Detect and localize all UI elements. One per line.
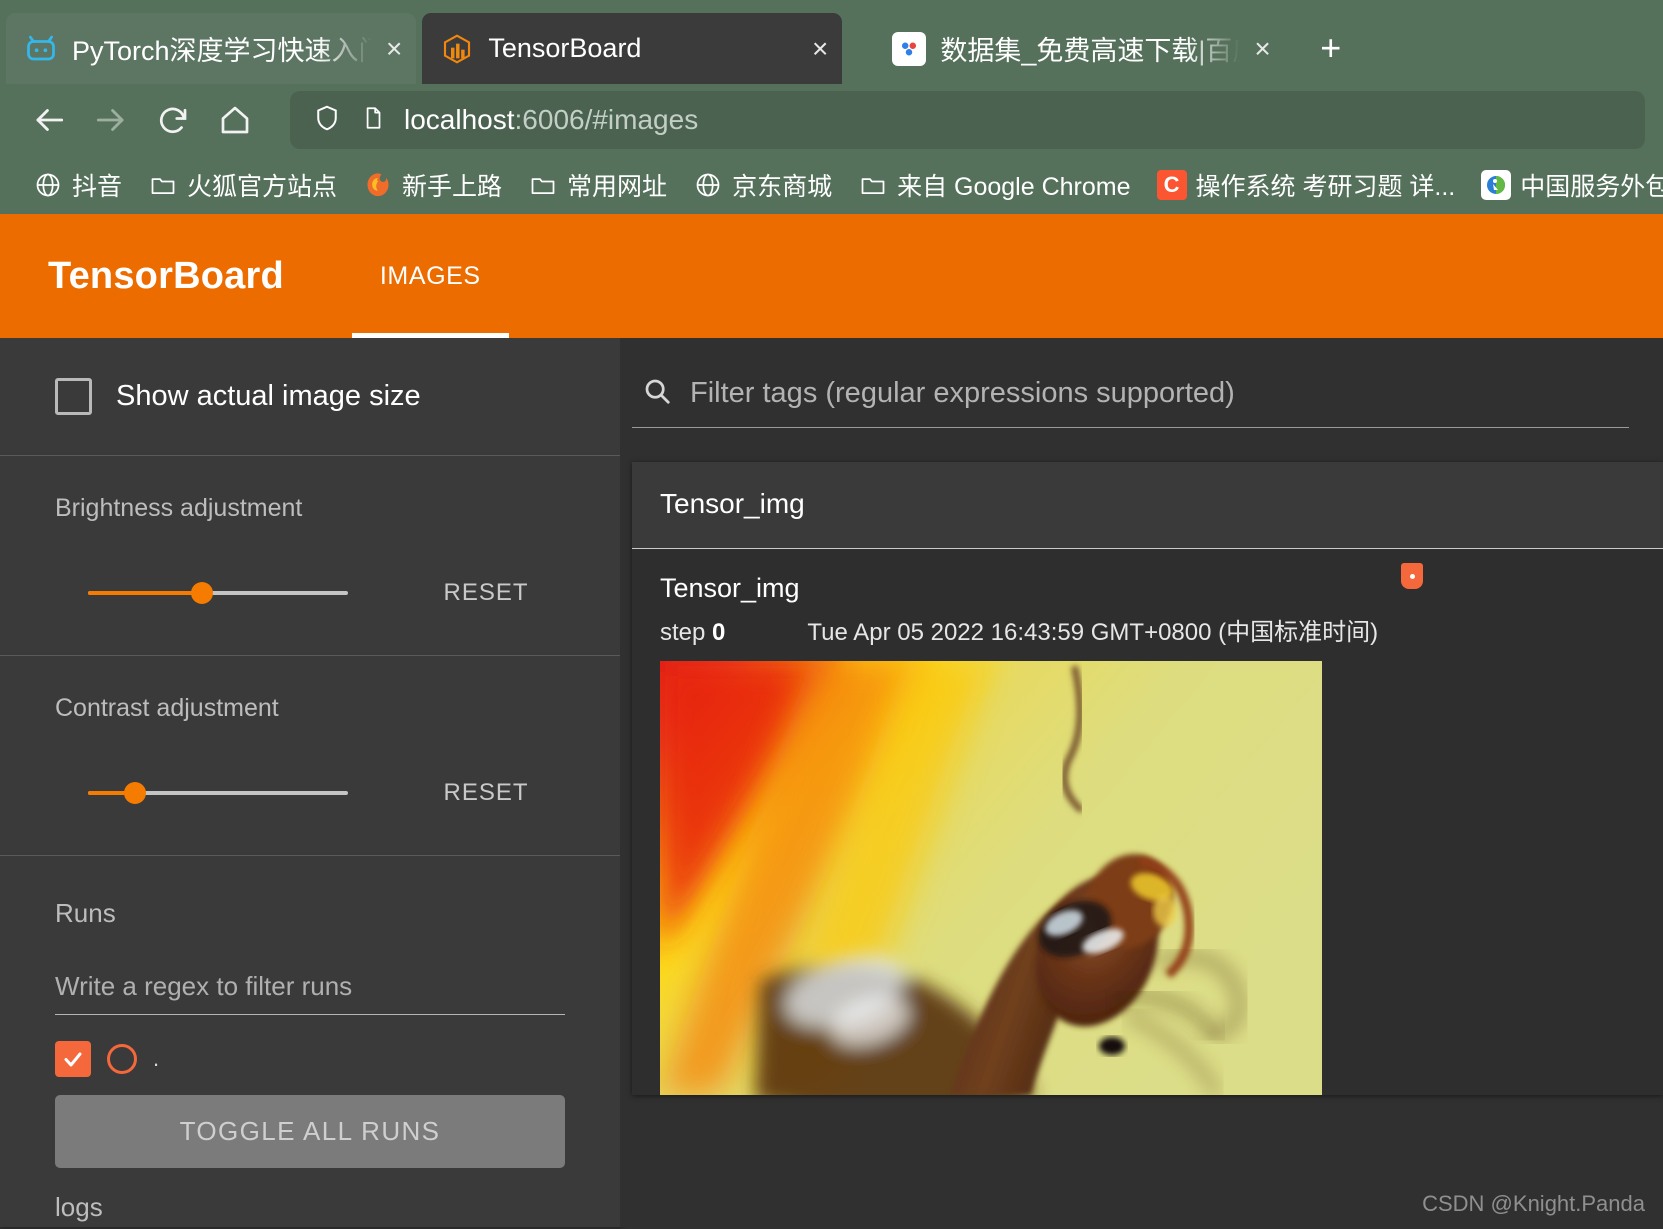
filter-tags-field[interactable]: Filter tags (regular expressions support…	[632, 376, 1629, 428]
shield-icon[interactable]	[312, 103, 342, 138]
folder-icon	[858, 170, 888, 200]
runs-section: Runs Write a regex to filter runs . TOGG…	[0, 856, 620, 1223]
contrast-section: Contrast adjustment RESET	[0, 656, 620, 855]
bookmark-label: 京东商城	[732, 173, 833, 201]
run-label: .	[153, 1046, 160, 1071]
cnsourcing-icon	[1481, 170, 1512, 200]
home-icon[interactable]	[204, 89, 266, 151]
main-content: Filter tags (regular expressions support…	[620, 338, 1663, 1227]
contrast-reset-button[interactable]: RESET	[407, 773, 565, 813]
bookmark-item[interactable]: 京东商城	[680, 167, 845, 203]
image-card-body: Tensor_img step 0 Tue Apr 05 2022 16:43:…	[632, 549, 1663, 1095]
page-info-icon[interactable]	[360, 103, 386, 138]
browser-tab-2[interactable]: TensorBoard ×	[422, 13, 843, 84]
tensorboard-body: Show actual image size Brightness adjust…	[0, 338, 1663, 1227]
image-card: Tensor_img Tensor_img step 0 Tue Apr 05 …	[632, 462, 1663, 1095]
tensorboard-header: TensorBoard IMAGES	[0, 214, 1663, 338]
show-actual-image-size-checkbox[interactable]	[55, 378, 92, 415]
csdn-icon: C	[1156, 170, 1187, 200]
brightness-section: Brightness adjustment RESET	[0, 456, 620, 655]
run-checkbox[interactable]	[55, 1041, 91, 1077]
close-icon[interactable]: ×	[812, 34, 828, 63]
brightness-reset-button[interactable]: RESET	[407, 573, 565, 613]
firefox-icon	[363, 170, 393, 200]
browser-tab-title: PyTorch深度学习快速入门教程	[72, 36, 372, 66]
slider-thumb[interactable]	[123, 782, 146, 804]
image-title: Tensor_img	[660, 573, 800, 603]
tensor-image-preview[interactable]	[660, 661, 1322, 1095]
pin-badge-icon[interactable]	[1401, 563, 1423, 589]
timestamp: Tue Apr 05 2022 16:43:59 GMT+0800 (中国标准时…	[807, 619, 1379, 646]
bookmark-item[interactable]: C 操作系统 考研习题 详...	[1144, 167, 1469, 203]
brightness-slider[interactable]	[55, 580, 381, 606]
tag-group-title[interactable]: Tensor_img	[632, 462, 1663, 549]
browser-tab-3[interactable]: 数据集_免费高速下载|百度网盘 ×	[874, 13, 1284, 84]
search-icon	[642, 376, 672, 411]
address-bar[interactable]: localhost:6006/#images	[290, 91, 1645, 149]
bookmarks-bar: 抖音 火狐官方站点 新手上路 常用网址 京东商城 来自 Google Chrom…	[0, 156, 1663, 214]
bookmark-item[interactable]: 新手上路	[350, 167, 515, 203]
watermark: CSDN @Knight.Panda	[1422, 1191, 1645, 1216]
forward-icon[interactable]	[80, 89, 142, 151]
tab-images[interactable]: IMAGES	[351, 214, 509, 338]
filter-tags-wrap: Filter tags (regular expressions support…	[620, 338, 1663, 428]
image-meta: step 0 Tue Apr 05 2022 16:43:59 GMT+0800…	[660, 612, 1663, 647]
globe-icon	[693, 170, 723, 200]
bookmark-label: 火狐官方站点	[187, 173, 338, 201]
navigation-toolbar: localhost:6006/#images	[0, 84, 1663, 156]
contrast-slider[interactable]	[55, 780, 381, 806]
slider-thumb[interactable]	[191, 582, 214, 604]
bookmark-label: 新手上路	[402, 173, 503, 201]
step-indicator: step 0	[660, 619, 726, 646]
show-actual-image-size-label: Show actual image size	[116, 380, 421, 412]
log-directory-label: logs	[55, 1192, 103, 1222]
back-icon[interactable]	[18, 89, 80, 151]
browser-tab-title: TensorBoard	[488, 33, 642, 63]
bookmark-label: 操作系统 考研习题 详...	[1195, 173, 1456, 201]
folder-icon	[528, 170, 558, 200]
bookmark-item[interactable]: 火狐官方站点	[135, 167, 350, 203]
folder-icon	[148, 170, 178, 200]
url-text[interactable]: localhost:6006/#images	[404, 104, 698, 136]
globe-icon	[33, 170, 63, 200]
new-tab-button[interactable]: +	[1303, 20, 1359, 76]
bookmark-item[interactable]: 来自 Google Chrome	[845, 167, 1143, 203]
bookmark-item[interactable]: 常用网址	[515, 167, 680, 203]
tensorboard-tabs: IMAGES	[351, 214, 509, 338]
tab-strip: PyTorch深度学习快速入门教程 × TensorBoard × 数据集_免费…	[0, 0, 1663, 84]
slider-fill	[88, 591, 203, 595]
show-actual-size-section: Show actual image size	[0, 338, 620, 455]
run-color-swatch	[107, 1044, 137, 1074]
browser-tab-1[interactable]: PyTorch深度学习快速入门教程 ×	[6, 13, 417, 84]
baidu-pan-icon	[892, 31, 927, 66]
toggle-all-runs-button[interactable]: TOGGLE ALL RUNS	[55, 1095, 565, 1168]
close-icon[interactable]: ×	[1254, 34, 1270, 63]
tensorboard-brand[interactable]: TensorBoard	[48, 255, 284, 298]
tensorboard-icon	[440, 32, 474, 66]
pytorch-bilibili-icon	[24, 32, 58, 66]
bookmark-label: 中国服务外包大	[1520, 173, 1663, 201]
browser-tab-title: 数据集_免费高速下载|百度网盘	[940, 36, 1240, 66]
runs-filter-input[interactable]: Write a regex to filter runs	[55, 971, 565, 1015]
sidebar: Show actual image size Brightness adjust…	[0, 338, 620, 1227]
bookmark-item[interactable]: 抖音	[20, 167, 135, 203]
run-list-item[interactable]: .	[55, 1041, 565, 1077]
contrast-row: RESET	[55, 773, 565, 813]
bookmark-item[interactable]: 中国服务外包大	[1468, 167, 1663, 203]
bookmark-label: 抖音	[72, 173, 123, 201]
show-actual-image-size-row[interactable]: Show actual image size	[55, 338, 565, 455]
browser-chrome: PyTorch深度学习快速入门教程 × TensorBoard × 数据集_免费…	[0, 0, 1663, 214]
runs-title: Runs	[55, 898, 116, 928]
tab-images-label: IMAGES	[379, 261, 481, 290]
contrast-label: Contrast adjustment	[55, 694, 279, 722]
bookmark-label: 常用网址	[567, 173, 668, 201]
brightness-label: Brightness adjustment	[55, 494, 303, 522]
bookmark-label: 来自 Google Chrome	[897, 173, 1131, 201]
reload-icon[interactable]	[142, 89, 204, 151]
filter-tags-placeholder: Filter tags (regular expressions support…	[690, 377, 1235, 409]
close-icon[interactable]: ×	[386, 34, 402, 63]
brightness-row: RESET	[55, 573, 565, 613]
